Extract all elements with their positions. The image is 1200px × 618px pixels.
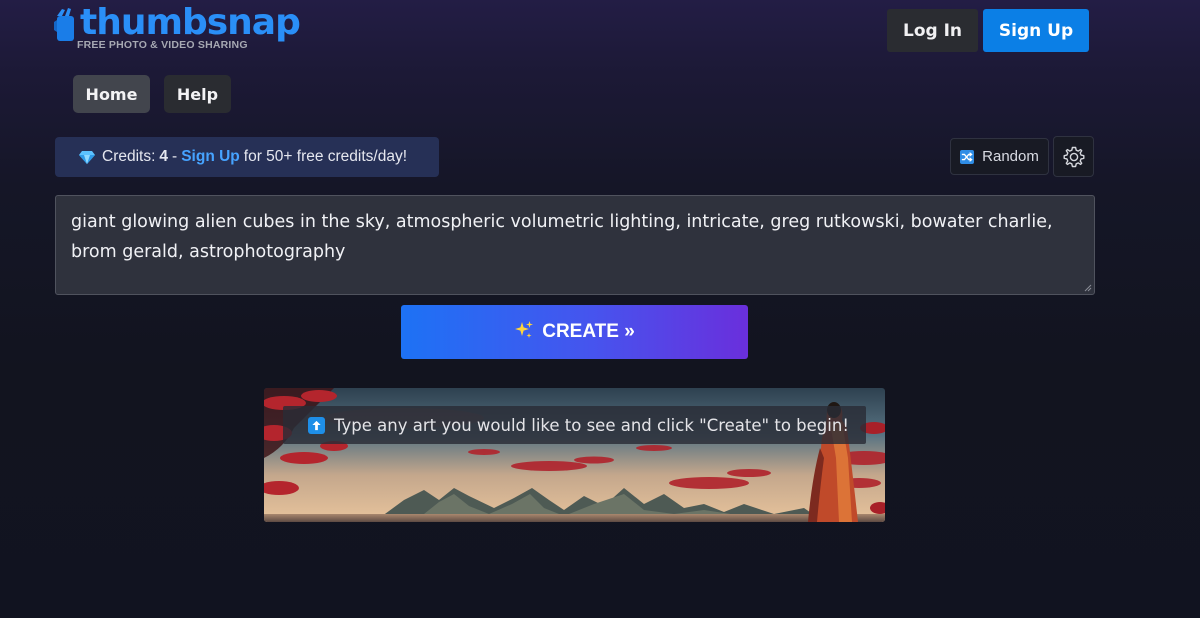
gem-icon — [79, 151, 95, 164]
nav-tab-help[interactable]: Help — [164, 75, 231, 113]
random-label: Random — [982, 148, 1039, 165]
nav-tab-home[interactable]: Home — [73, 75, 150, 113]
gear-icon — [1063, 146, 1084, 167]
preview-hint-text: Type any art you would like to see and c… — [334, 415, 849, 435]
resize-grip-icon[interactable] — [1083, 283, 1092, 292]
credits-suffix: for 50+ free credits/day! — [243, 148, 408, 165]
login-button[interactable]: Log In — [887, 9, 978, 52]
create-button[interactable]: CREATE » — [401, 305, 748, 359]
credits-signup-link[interactable]: Sign Up — [181, 148, 240, 166]
preview-hint: Type any art you would like to see and c… — [283, 406, 866, 444]
create-label: CREATE » — [542, 321, 635, 342]
up-arrow-icon — [308, 416, 325, 434]
random-button[interactable]: Random — [950, 138, 1049, 175]
logo-icon — [54, 8, 74, 41]
prompt-textarea[interactable]: giant glowing alien cubes in the sky, at… — [55, 195, 1095, 295]
settings-button[interactable] — [1053, 136, 1094, 177]
sparkles-icon — [514, 320, 534, 345]
prompt-text: giant glowing alien cubes in the sky, at… — [71, 212, 1053, 262]
preview-image: Type any art you would like to see and c… — [264, 388, 885, 522]
credits-label: Credits: — [102, 148, 156, 165]
brand-tagline: FREE PHOTO & VIDEO SHARING — [77, 39, 248, 51]
credits-separator: - — [172, 148, 178, 165]
credits-count: 4 — [159, 148, 169, 165]
logo[interactable]: thumbsnap FREE PHOTO & VIDEO SHARING — [52, 2, 301, 53]
credits-banner: Credits: 4 - Sign Up for 50+ free credit… — [55, 137, 439, 177]
signup-button[interactable]: Sign Up — [983, 9, 1089, 52]
shuffle-icon — [960, 149, 975, 164]
